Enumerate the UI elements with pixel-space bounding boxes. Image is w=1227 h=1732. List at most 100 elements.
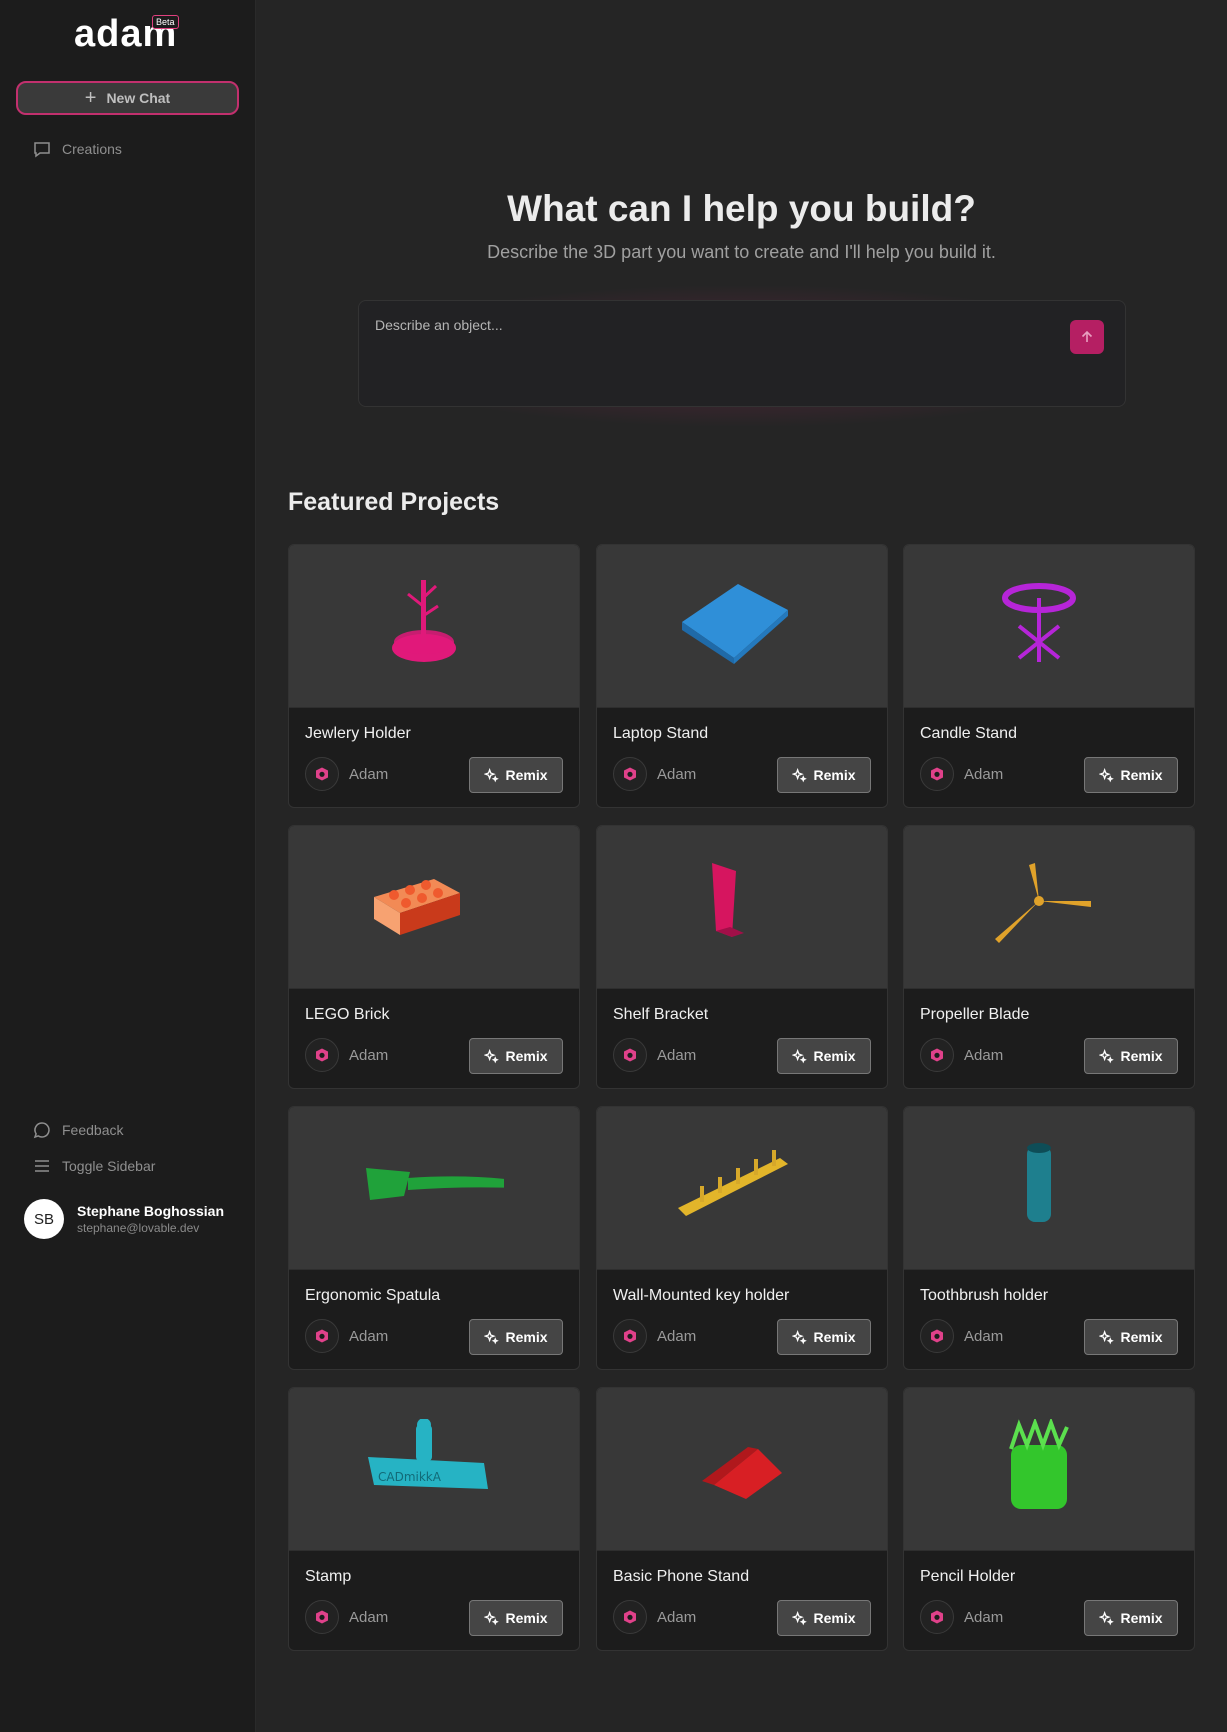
user-profile[interactable]: SB Stephane Boghossian stephane@lovable.…	[24, 1199, 224, 1239]
project-thumbnail[interactable]	[289, 545, 579, 708]
adam-logo-icon	[920, 757, 954, 791]
remix-button[interactable]: Remix	[469, 1600, 563, 1636]
project-thumbnail[interactable]: CADmikkA	[289, 1388, 579, 1551]
arrow-up-icon	[1081, 330, 1093, 342]
remix-label: Remix	[505, 1048, 548, 1064]
remix-button[interactable]: Remix	[777, 1319, 871, 1355]
project-thumbnail[interactable]	[289, 1107, 579, 1270]
sidebar-item-creations[interactable]: Creations	[32, 139, 122, 159]
project-thumbnail[interactable]	[597, 826, 887, 989]
page-subtitle: Describe the 3D part you want to create …	[487, 242, 996, 262]
prompt-box	[358, 300, 1126, 407]
remix-button[interactable]: Remix	[1084, 1600, 1178, 1636]
remix-label: Remix	[505, 767, 548, 783]
project-thumbnail[interactable]	[904, 1388, 1194, 1551]
project-author: Adam	[305, 1319, 388, 1353]
project-card[interactable]: Propeller Blade Adam Remix	[903, 825, 1195, 1089]
project-thumbnail[interactable]	[289, 826, 579, 989]
project-author: Adam	[920, 1319, 1003, 1353]
sparkle-icon	[1099, 767, 1115, 783]
project-card[interactable]: Pencil Holder Adam Remix	[903, 1387, 1195, 1651]
adam-logo-icon	[305, 757, 339, 791]
project-author: Adam	[613, 757, 696, 791]
project-title: LEGO Brick	[305, 1006, 390, 1023]
chat-bubble-icon	[34, 142, 50, 158]
project-card[interactable]: Ergonomic Spatula Adam Remix	[288, 1106, 580, 1370]
remix-label: Remix	[1120, 1610, 1163, 1626]
project-author: Adam	[305, 1038, 388, 1072]
project-author: Adam	[305, 1600, 388, 1634]
sparkle-icon	[792, 1610, 808, 1626]
project-thumbnail[interactable]	[904, 1107, 1194, 1270]
new-chat-label: New Chat	[106, 90, 171, 106]
project-card[interactable]: Jewlery Holder Adam Remix	[288, 544, 580, 808]
project-thumbnail[interactable]	[904, 826, 1194, 989]
remix-label: Remix	[505, 1610, 548, 1626]
project-card[interactable]: Wall-Mounted key holder Adam Remix	[596, 1106, 888, 1370]
prompt-input[interactable]	[375, 317, 1035, 333]
project-author: Adam	[613, 1038, 696, 1072]
project-title: Shelf Bracket	[613, 1006, 709, 1023]
project-title: Candle Stand	[920, 725, 1017, 742]
sparkle-icon	[1099, 1610, 1115, 1626]
project-title: Toothbrush holder	[920, 1287, 1049, 1304]
adam-logo-icon	[613, 1319, 647, 1353]
remix-button[interactable]: Remix	[469, 1038, 563, 1074]
remix-button[interactable]: Remix	[1084, 1038, 1178, 1074]
remix-label: Remix	[813, 767, 856, 783]
project-card[interactable]: Candle Stand Adam Remix	[903, 544, 1195, 808]
adam-logo-icon	[305, 1600, 339, 1634]
remix-button[interactable]: Remix	[469, 1319, 563, 1355]
remix-button[interactable]: Remix	[777, 1038, 871, 1074]
project-thumbnail[interactable]	[597, 1388, 887, 1551]
sparkle-icon	[1099, 1329, 1115, 1345]
author-name: Adam	[349, 1046, 389, 1064]
sparkle-icon	[484, 767, 500, 783]
new-chat-button[interactable]: + New Chat	[16, 81, 239, 115]
send-button[interactable]	[1070, 320, 1104, 354]
toggle-sidebar-button[interactable]: Toggle Sidebar	[32, 1156, 155, 1176]
project-thumbnail[interactable]	[597, 545, 887, 708]
adam-logo[interactable]: adam Beta	[74, 14, 184, 54]
remix-label: Remix	[505, 1329, 548, 1345]
remix-label: Remix	[813, 1610, 856, 1626]
project-card[interactable]: Toothbrush holder Adam Remix	[903, 1106, 1195, 1370]
project-author: Adam	[920, 757, 1003, 791]
project-card[interactable]: LEGO Brick Adam Remix	[288, 825, 580, 1089]
project-title: Basic Phone Stand	[613, 1568, 750, 1585]
section-title: Featured Projects	[288, 488, 500, 516]
menu-icon	[35, 1160, 49, 1172]
project-author: Adam	[613, 1600, 696, 1634]
remix-label: Remix	[1120, 1329, 1163, 1345]
plus-icon: +	[84, 87, 97, 109]
project-card[interactable]: Laptop Stand Adam Remix	[596, 544, 888, 808]
author-name: Adam	[964, 1327, 1004, 1345]
beta-badge: Beta	[152, 15, 179, 29]
project-title: Stamp	[305, 1568, 352, 1585]
author-name: Adam	[657, 1608, 697, 1626]
page-title: What can I help you build?	[507, 188, 976, 229]
adam-logo-icon	[920, 1038, 954, 1072]
remix-button[interactable]: Remix	[1084, 757, 1178, 793]
project-card[interactable]: CADmikkA Stamp Adam Remix	[288, 1387, 580, 1651]
project-thumbnail[interactable]	[904, 545, 1194, 708]
avatar: SB	[24, 1199, 64, 1239]
adam-logo-icon	[613, 757, 647, 791]
project-card[interactable]: Shelf Bracket Adam Remix	[596, 825, 888, 1089]
feedback-icon	[33, 1122, 50, 1139]
user-name: Stephane Boghossian	[77, 1203, 225, 1219]
remix-button[interactable]: Remix	[777, 757, 871, 793]
author-name: Adam	[964, 1046, 1004, 1064]
author-name: Adam	[349, 765, 389, 783]
author-name: Adam	[657, 765, 697, 783]
project-card[interactable]: Basic Phone Stand Adam Remix	[596, 1387, 888, 1651]
project-title: Laptop Stand	[613, 725, 709, 742]
remix-button[interactable]: Remix	[469, 757, 563, 793]
project-thumbnail[interactable]	[597, 1107, 887, 1270]
author-name: Adam	[964, 765, 1004, 783]
sidebar-item-feedback[interactable]: Feedback	[32, 1120, 123, 1140]
adam-logo-icon	[920, 1319, 954, 1353]
remix-button[interactable]: Remix	[777, 1600, 871, 1636]
sparkle-icon	[484, 1610, 500, 1626]
remix-button[interactable]: Remix	[1084, 1319, 1178, 1355]
